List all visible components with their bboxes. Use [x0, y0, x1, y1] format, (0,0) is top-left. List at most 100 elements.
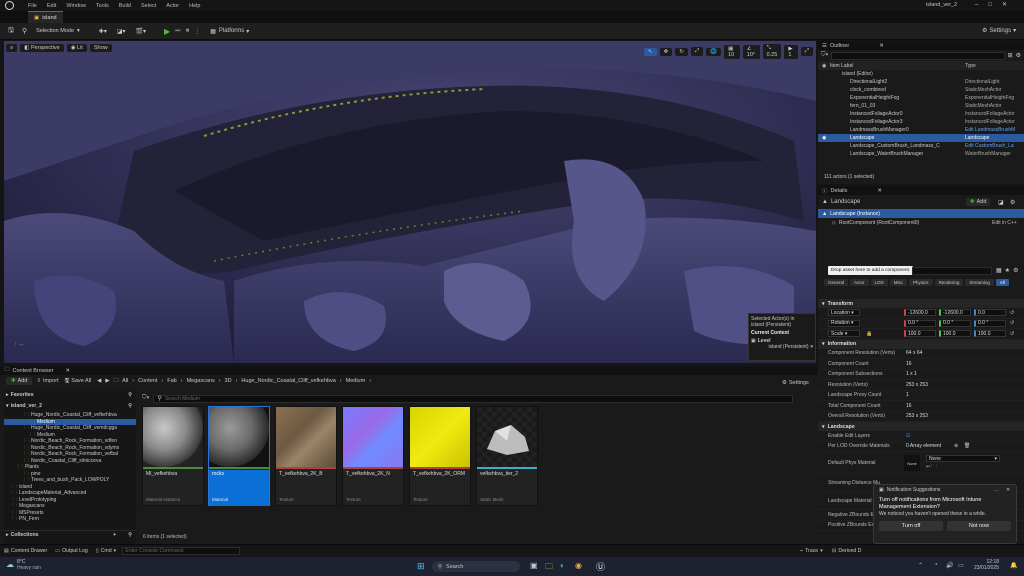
delete-icon[interactable]: 🗑	[964, 443, 970, 449]
outliner-search-input[interactable]	[831, 51, 1005, 60]
notifications-icon[interactable]: 🔔	[1010, 562, 1017, 569]
rotation-y-field[interactable]: 0.0 °	[939, 319, 971, 327]
not-now-button[interactable]: Not now	[947, 521, 1011, 531]
search-icon[interactable]: ⚲	[128, 532, 132, 538]
project-root-header[interactable]: ▾ island_ver_2 ⚲	[4, 402, 136, 410]
outliner-row[interactable]: InstancedFoliageActor3 InstancedFoliageAc…	[818, 118, 1024, 126]
outliner-row[interactable]: LandmassBrushManager0 Edit LandmassBrushM	[818, 126, 1024, 134]
taskbar-clock[interactable]: 12:18 23/01/2025	[974, 559, 999, 571]
collections-header[interactable]: ▸ Collections + ⚲	[4, 530, 136, 539]
lit-button[interactable]: ◉ Lit	[66, 43, 87, 52]
perspective-button[interactable]: ◧ Perspective	[20, 43, 64, 52]
task-view-icon[interactable]: ▣	[530, 561, 538, 570]
more-icon[interactable]: …	[994, 487, 999, 493]
outliner-row[interactable]: fern_01_03 StaticMeshActor	[818, 102, 1024, 110]
unreal-logo-icon[interactable]	[5, 1, 14, 10]
lock-icon[interactable]: 🔒	[866, 331, 872, 337]
outliner-row[interactable]: DirectionalLight2 DirectionalLight	[818, 78, 1024, 86]
asset-tile[interactable]: T_vefkehbva_2K_B Texture	[275, 406, 337, 506]
platforms-dropdown[interactable]: ▦ Platforms ▾	[210, 28, 249, 35]
tree-item[interactable]: 🗀 PN_Fern	[4, 516, 136, 523]
browse-icon[interactable]: ↩ 🗀	[926, 464, 937, 472]
gear-icon[interactable]: ⚙	[1013, 267, 1018, 274]
tree-item[interactable]: 🗀 Huge_Nordic_Coastal_Cliff_vemdcgga	[4, 425, 136, 432]
play-icon[interactable]: ▶	[164, 27, 170, 36]
add-actor-icon[interactable]: ✚▾	[99, 28, 107, 35]
volume-icon[interactable]: 🔊	[946, 562, 953, 569]
save-all-button[interactable]: 🖫 Save All	[65, 377, 92, 386]
rotation-z-field[interactable]: 0.0 °	[974, 319, 1006, 327]
favorites-header[interactable]: ▸ Favorites ⚲	[4, 391, 136, 399]
root-component-row[interactable]: ◇ RootComponent (RootComponent0) Edit in…	[818, 218, 1024, 227]
search-icon[interactable]: ⚲	[128, 392, 132, 398]
scale-x-field[interactable]: 100.0	[904, 330, 936, 338]
col-item-label[interactable]: Item Label	[830, 63, 853, 69]
add-element-icon[interactable]: ⊕	[954, 443, 958, 449]
filter-general[interactable]: General	[824, 279, 849, 286]
breadcrumb-item[interactable]: Megascans	[187, 378, 215, 384]
menu-edit[interactable]: Edit	[47, 3, 56, 9]
show-button[interactable]: Show	[89, 43, 112, 52]
scale-y-field[interactable]: 100.0	[939, 330, 971, 338]
window-controls[interactable]: –□✕	[975, 1, 1017, 8]
reset-icon[interactable]: ↺	[1010, 331, 1014, 337]
turn-off-button[interactable]: Turn off	[879, 521, 943, 531]
add-folder-icon[interactable]: ⊞	[1008, 52, 1013, 59]
rotation-dropdown[interactable]: Rotation ▾	[828, 319, 860, 327]
close-icon[interactable]: ✕	[1006, 487, 1010, 493]
close-icon[interactable]: ✕	[877, 188, 882, 194]
breadcrumb-item[interactable]: Content	[138, 378, 157, 384]
outliner-row[interactable]: Landscape_CustomBrush_Landmass_C Edit Cus…	[818, 142, 1024, 150]
filter-streaming[interactable]: Streaming	[965, 279, 994, 286]
breadcrumb-item[interactable]: Huge_Nordic_Coastal_Cliff_vefkehbva	[241, 378, 335, 384]
level-dropdown[interactable]: island (Persistent) ▾	[751, 344, 813, 350]
step-icon[interactable]: ⏭	[175, 28, 180, 35]
filter-physics[interactable]: Physics	[909, 279, 933, 286]
filter-icon[interactable]: ⛉▾	[142, 395, 149, 402]
mode-icon[interactable]: ⚲	[22, 27, 27, 35]
select-tool-icon[interactable]: ↖	[644, 47, 657, 56]
close-icon[interactable]: ✕	[879, 43, 884, 49]
asset-tile-selected[interactable]: rocks Material	[208, 406, 270, 506]
outliner-row[interactable]: clock_combined StaticMeshActor	[818, 86, 1024, 94]
col-type[interactable]: Type	[965, 63, 976, 69]
settings-dropdown[interactable]: ⚙ Settings ▾	[982, 27, 1016, 35]
location-dropdown[interactable]: Location ▾	[828, 309, 860, 317]
breadcrumb-item[interactable]: Medium	[346, 378, 366, 384]
stop-icon[interactable]: ■	[186, 28, 190, 34]
tab-island[interactable]: ▣ island	[28, 11, 63, 23]
camera-speed-button[interactable]: ▶ 1	[784, 44, 798, 59]
filter-misc[interactable]: Misc	[889, 279, 908, 286]
filter-actor[interactable]: Actor	[850, 279, 869, 286]
tree-item[interactable]: 🗀 Huge_Nordic_Coastal_Cliff_vefkehbva	[4, 412, 136, 419]
tray-chevron-icon[interactable]: ⌃	[918, 562, 923, 569]
play-options-icon[interactable]: ⋮	[194, 28, 200, 35]
asset-tile[interactable]: MI_vefkehbva Material Instance	[142, 406, 204, 506]
menu-file[interactable]: File	[28, 3, 37, 9]
grid-view-icon[interactable]: ▦	[996, 267, 1002, 274]
reset-icon[interactable]: ↺	[1010, 320, 1014, 326]
filter-all[interactable]: All	[995, 279, 1009, 286]
rotation-x-field[interactable]: 0.0 °	[904, 319, 936, 327]
battery-icon[interactable]: ▭	[958, 562, 964, 569]
cmd-dropdown[interactable]: ▯ Cmd ▾	[96, 548, 116, 554]
outliner-row[interactable]: ExponentialHeightFog ExponentialHeightFog	[818, 94, 1024, 102]
location-x-field[interactable]: -12600.0	[904, 309, 936, 317]
wifi-icon[interactable]: ◔	[934, 562, 938, 568]
menu-help[interactable]: Help	[189, 3, 200, 9]
filter-lod[interactable]: LOD	[870, 279, 888, 286]
landscape-section-header[interactable]: ▾ Landscape	[818, 422, 1024, 431]
unreal-taskbar-icon[interactable]: Ⓤ	[596, 560, 605, 573]
edge-icon[interactable]: ◐	[560, 561, 565, 570]
menu-build[interactable]: Build	[119, 3, 131, 9]
close-icon[interactable]: ✕	[65, 368, 70, 374]
edit-layers-checkbox[interactable]: ☑	[906, 433, 910, 439]
content-drawer-button[interactable]: ▤ Content Drawer	[4, 548, 47, 554]
level-viewport[interactable]: ≡ ◧ Perspective ◉ Lit Show ↖ ✥ ↻ ⤢ 🌐 ▦ 1…	[4, 41, 816, 363]
menu-actor[interactable]: Actor	[166, 3, 179, 9]
cb-settings-button[interactable]: ⚙ Settings	[782, 380, 809, 386]
chrome-icon[interactable]: ◉	[575, 561, 582, 570]
filter-rendering[interactable]: Rendering	[934, 279, 964, 286]
forward-icon[interactable]: ▶	[105, 378, 109, 384]
taskbar-search[interactable]: ⚲ Search	[432, 561, 520, 572]
